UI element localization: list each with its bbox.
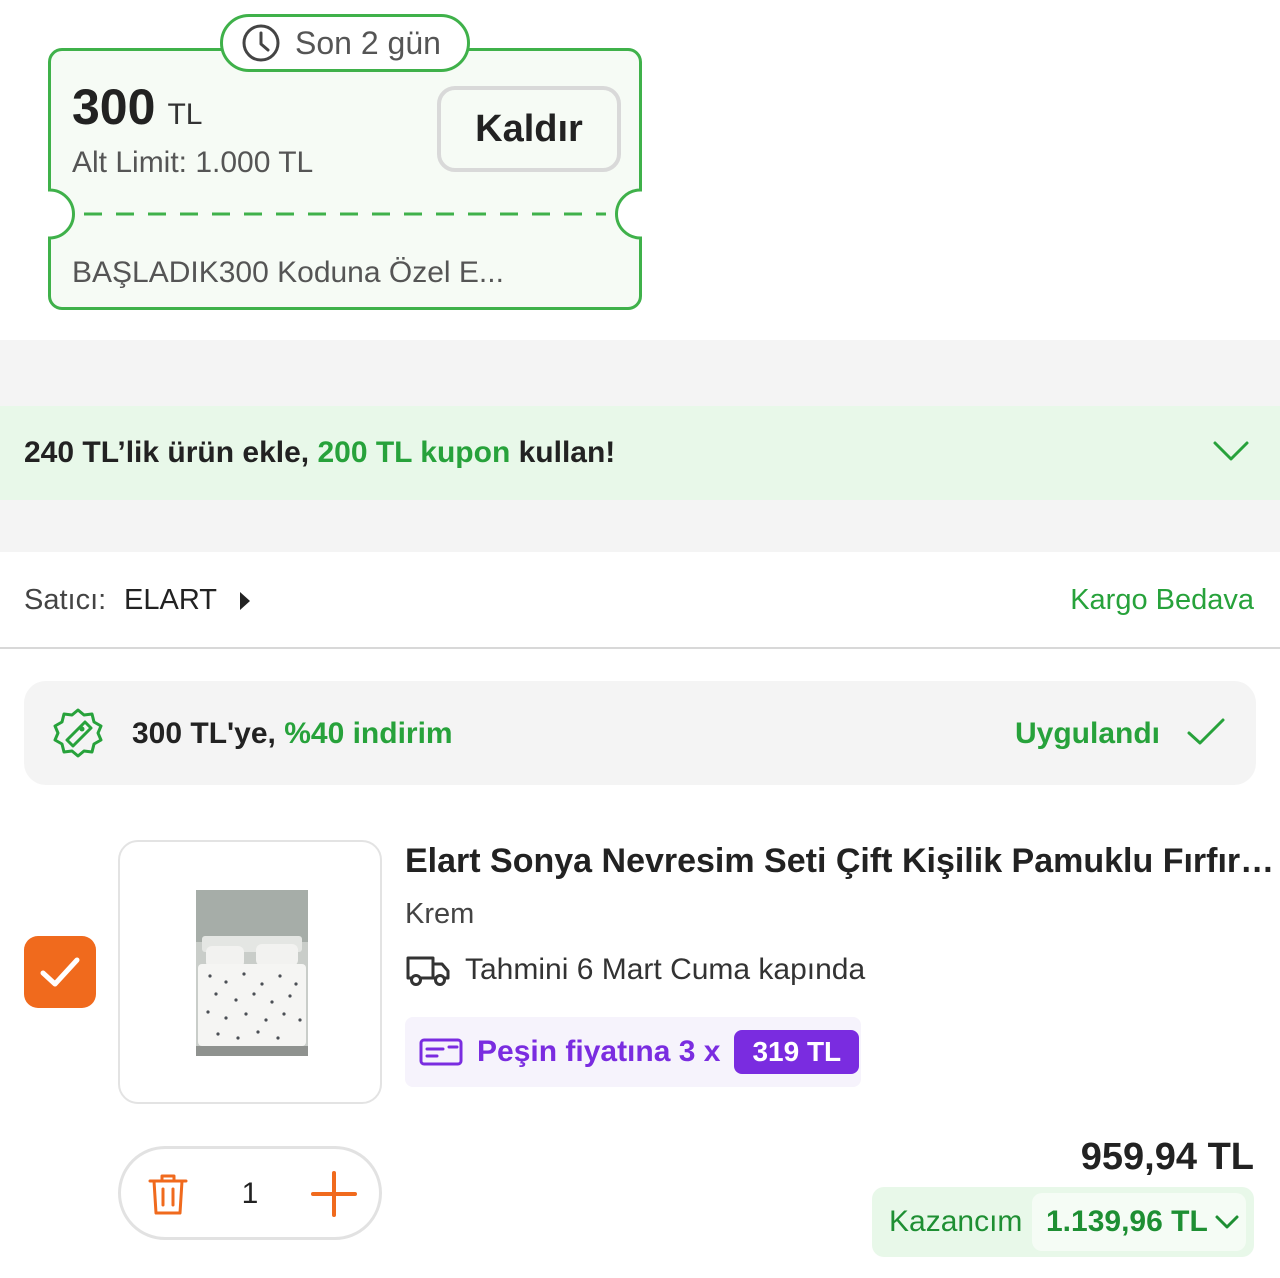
- coupon-deadline-badge: Son 2 gün: [220, 14, 470, 72]
- coupon-currency: TL: [167, 98, 203, 131]
- product-variant: Krem: [405, 898, 475, 930]
- savings-amount: 1.139,96 TL: [1046, 1205, 1208, 1238]
- promo-text-start: 240 TL’lik ürün ekle,: [24, 436, 318, 469]
- checkmark-icon: [1187, 718, 1225, 745]
- product-title[interactable]: Elart Sonya Nevresim Seti Çift Kişilik P…: [405, 842, 1275, 881]
- promo-text-end: kullan!: [510, 436, 616, 469]
- product-select-checkbox[interactable]: [24, 936, 96, 1008]
- check-icon: [40, 957, 80, 987]
- coupon-amount-value: 300: [72, 79, 156, 135]
- installment-offer[interactable]: Peşin fiyatına 3 x 319 TL: [405, 1017, 861, 1087]
- product-image: [196, 890, 308, 1056]
- quantity-value[interactable]: 1: [235, 1177, 265, 1211]
- coupon-min-limit: Alt Limit: 1.000 TL: [72, 146, 314, 179]
- caret-right-icon[interactable]: [240, 592, 250, 610]
- coupon-promo-banner[interactable]: 240 TL’lik ürün ekle, 200 TL kupon kulla…: [0, 406, 1280, 500]
- delivery-estimate: Tahmini 6 Mart Cuma kapında: [405, 952, 865, 988]
- discount-status-label: Uygulandı: [1014, 717, 1160, 750]
- clock-icon: [242, 24, 280, 62]
- plus-icon[interactable]: [309, 1169, 359, 1219]
- coupon-deadline-text: Son 2 gün: [295, 24, 441, 61]
- savings-box[interactable]: Kazancım 1.139,96 TL: [872, 1187, 1254, 1257]
- installment-amount-badge: 319 TL: [734, 1030, 860, 1074]
- remove-coupon-button[interactable]: Kaldır: [437, 86, 621, 172]
- savings-label: Kazancım: [889, 1205, 1023, 1238]
- card-icon: [419, 1038, 463, 1066]
- discount-text: 300 TL'ye, %40 indirim: [132, 717, 453, 751]
- delivery-truck-icon: [406, 956, 450, 986]
- trash-icon[interactable]: [145, 1171, 191, 1217]
- product-price: 959,94 TL: [1080, 1136, 1254, 1178]
- seller-label: Satıcı:: [24, 584, 107, 616]
- chevron-down-icon[interactable]: [1212, 439, 1250, 463]
- coupon-description[interactable]: BAŞLADIK300 Koduna Özel E...: [72, 256, 504, 290]
- chevron-down-icon[interactable]: [1214, 1213, 1240, 1231]
- seller-row: Satıcı: ELART Kargo Bedava: [0, 552, 1280, 649]
- savings-amount-box[interactable]: 1.139,96 TL: [1032, 1193, 1246, 1251]
- discount-badge-icon: [53, 708, 103, 758]
- discount-applied-box: 300 TL'ye, %40 indirim Uygulandı: [24, 681, 1256, 785]
- coupon-amount: 300 TL: [72, 78, 202, 136]
- installment-text: Peşin fiyatına 3 x: [477, 1035, 721, 1068]
- discount-text-start: 300 TL'ye,: [132, 717, 285, 750]
- promo-text: 240 TL’lik ürün ekle, 200 TL kupon kulla…: [24, 436, 615, 470]
- promo-text-highlight: 200 TL kupon: [317, 436, 511, 469]
- free-shipping-label: Kargo Bedava: [1070, 584, 1254, 616]
- discount-text-highlight: %40 indirim: [284, 717, 453, 750]
- seller-name-link[interactable]: ELART: [124, 584, 217, 617]
- product-image-frame[interactable]: [118, 840, 382, 1104]
- delivery-text: Tahmini 6 Mart Cuma kapında: [465, 953, 866, 986]
- quantity-stepper: 1: [118, 1146, 382, 1240]
